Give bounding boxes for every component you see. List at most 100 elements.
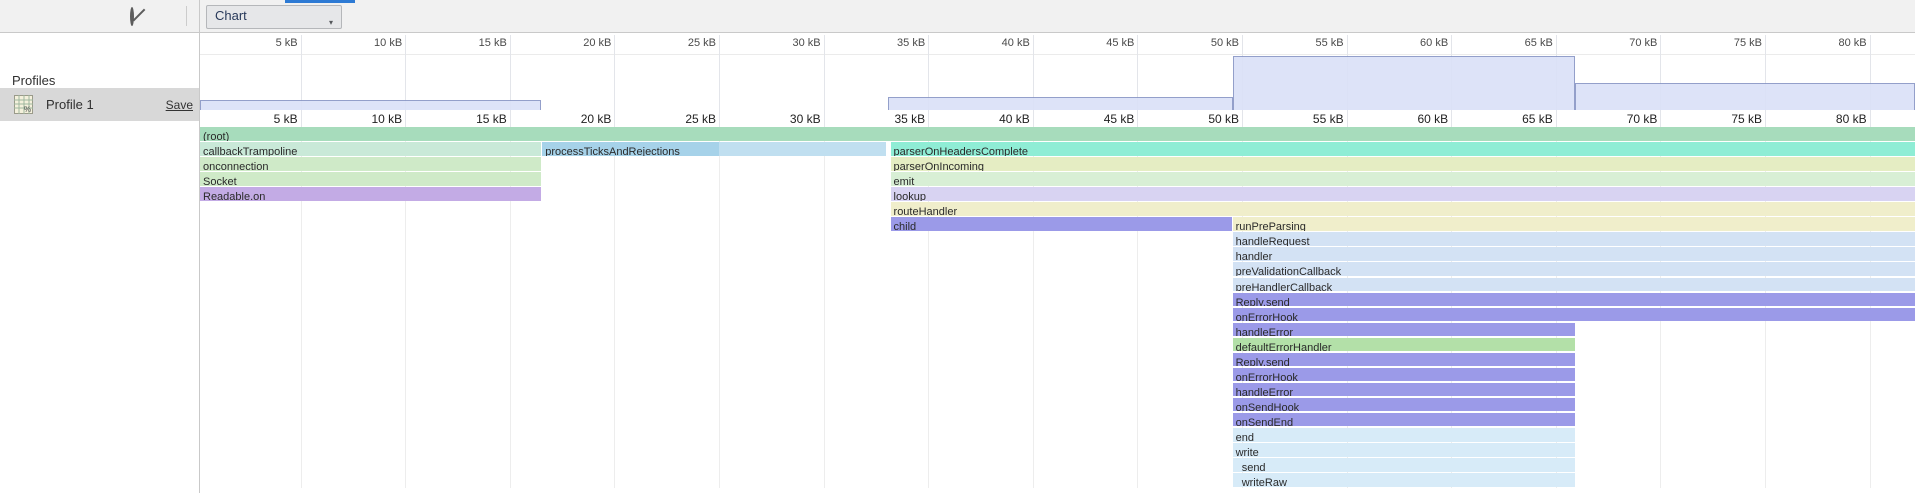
flame-bar[interactable]: onErrorHook (1233, 368, 1575, 382)
ruler-tick-label: 20 kB (581, 112, 612, 126)
view-mode-value: Chart (215, 8, 247, 23)
flame-bar-label: onErrorHook (1233, 372, 1298, 382)
flame-bar[interactable]: parserOnHeadersComplete (891, 142, 1915, 156)
flame-bar[interactable]: onconnection (200, 157, 541, 171)
save-profile-link[interactable]: Save (166, 98, 193, 112)
ruler-tick-label: 40 kB (999, 112, 1030, 126)
circle-slash-icon (130, 7, 134, 26)
flame-bar-label: handleError (1233, 387, 1293, 397)
flame-bar[interactable]: handleRequest (1233, 232, 1915, 246)
selected-tab-indicator (285, 0, 355, 3)
flame-bar[interactable]: Reply.send (1233, 353, 1575, 367)
ruler-tick-label: 30 kB (792, 37, 820, 49)
flame-bar[interactable]: processTicksAndRejections (542, 142, 719, 156)
flame-bar-label: preHandlerCallback (1233, 282, 1333, 292)
flame-bar-label: emit (891, 176, 915, 186)
ruler-tick-label: 70 kB (1627, 112, 1658, 126)
flame-bar[interactable]: preHandlerCallback (1233, 278, 1915, 292)
flame-bar-label: parserOnIncoming (891, 161, 985, 171)
overview-area-segment[interactable] (888, 97, 1232, 110)
ruler-tick-label: 80 kB (1838, 37, 1866, 49)
flame-bar[interactable]: routeHandler (891, 202, 1915, 216)
flame-bar-label: Reply.send (1233, 357, 1290, 367)
flame-bar-label: routeHandler (891, 206, 958, 216)
flame-bar-label: end (1233, 432, 1254, 442)
grid-line (824, 35, 825, 127)
ruler-tick-label: 55 kB (1315, 37, 1343, 49)
grid-line (1765, 35, 1766, 127)
flame-bar[interactable]: parserOnIncoming (891, 157, 1915, 171)
flame-bar-label: processTicksAndRejections (542, 146, 680, 156)
record-button[interactable] (36, 4, 62, 28)
flame-bar[interactable]: handleError (1233, 323, 1575, 337)
flame-bar-label: onErrorHook (1233, 312, 1298, 322)
flame-bar[interactable]: emit (891, 172, 1915, 186)
flame-bar[interactable]: callbackTrampoline (200, 142, 541, 156)
flame-bar[interactable]: handleError (1233, 383, 1575, 397)
view-mode-select[interactable]: Chart ▾ (206, 5, 342, 29)
ruler-tick-label: 35 kB (897, 37, 925, 49)
ruler-tick-label: 20 kB (583, 37, 611, 49)
grid-line (1870, 35, 1871, 127)
flame-bar[interactable] (719, 142, 886, 156)
ruler-tick-label: 65 kB (1525, 37, 1553, 49)
flame-bar-label: write_ (1233, 447, 1265, 457)
chevron-down-icon: ▾ (329, 13, 333, 33)
clear-button[interactable] (119, 4, 145, 28)
grid-line (928, 35, 929, 127)
ruler-tick-label: 50 kB (1211, 37, 1239, 49)
flame-bar-label: Readable.on (200, 191, 265, 201)
ruler-tick-label: 70 kB (1629, 37, 1657, 49)
ruler-tick-label: 5 kB (274, 112, 298, 126)
grid-line (824, 127, 825, 488)
flame-bar[interactable]: _send (1233, 458, 1575, 472)
flame-bar[interactable]: handler (1233, 247, 1915, 261)
ruler-tick-label: 75 kB (1731, 112, 1762, 126)
flame-bar-label: lookup (891, 191, 926, 201)
svg-text:%: % (24, 105, 31, 114)
flame-bar[interactable]: Socket (200, 172, 541, 186)
flame-bar[interactable]: child (891, 217, 1232, 231)
flame-bar-label: handleError (1233, 327, 1293, 337)
flame-bar-label: onSendHook (1233, 402, 1300, 412)
flame-bar-label: defaultErrorHandler (1233, 342, 1332, 352)
grid-line (614, 35, 615, 127)
ruler-tick-label: 25 kB (688, 37, 716, 49)
flame-bar[interactable]: end (1233, 428, 1575, 442)
ruler-tick-label: 15 kB (479, 37, 507, 49)
flame-bar[interactable]: onSendEnd (1233, 413, 1575, 427)
overview-area-segment[interactable] (1575, 83, 1915, 110)
ruler-tick-label: 60 kB (1420, 37, 1448, 49)
flame-bar[interactable]: onErrorHook (1233, 308, 1915, 322)
flame-bar-label: _writeRaw (1233, 477, 1287, 487)
flame-bar[interactable]: onSendHook (1233, 398, 1575, 412)
flame-bar-label: callbackTrampoline (200, 146, 297, 156)
flame-bar[interactable]: Reply.send (1233, 293, 1915, 307)
grid-line (1033, 35, 1034, 127)
ruler-tick-label: 45 kB (1104, 112, 1135, 126)
grid-line (1660, 35, 1661, 127)
flame-bar[interactable]: lookup (891, 187, 1915, 201)
overview-area-segment[interactable] (200, 100, 541, 110)
flame-bar[interactable]: (root) (200, 127, 1915, 141)
ruler-tick-label: 55 kB (1313, 112, 1344, 126)
flame-bar[interactable]: write_ (1233, 443, 1575, 457)
flame-bar[interactable]: runPreParsing (1233, 217, 1915, 231)
flame-bar-label: preValidationCallback (1233, 266, 1342, 276)
ruler-tick-label: 35 kB (895, 112, 926, 126)
profile-list-item[interactable]: % Profile 1 Save (0, 88, 199, 121)
flame-bar-label: handler (1233, 251, 1273, 261)
grid-line (614, 127, 615, 488)
grid-line (405, 35, 406, 127)
overview-area-segment[interactable] (1233, 56, 1575, 110)
flame-bar[interactable]: _writeRaw (1233, 473, 1575, 487)
flame-bar-label: _send (1233, 462, 1266, 472)
flame-bar-label: Socket (200, 176, 237, 186)
ruler-tick-label: 15 kB (476, 112, 507, 126)
sidebar-title: Profiles (12, 73, 55, 88)
devtools-memory-sampling-panel: { "toolbar": { "record_button": "record-… (0, 0, 1915, 493)
ruler-tick-label: 75 kB (1734, 37, 1762, 49)
flame-bar[interactable]: defaultErrorHandler (1233, 338, 1575, 352)
flame-bar[interactable]: Readable.on (200, 187, 541, 201)
flame-bar[interactable]: preValidationCallback (1233, 262, 1915, 276)
